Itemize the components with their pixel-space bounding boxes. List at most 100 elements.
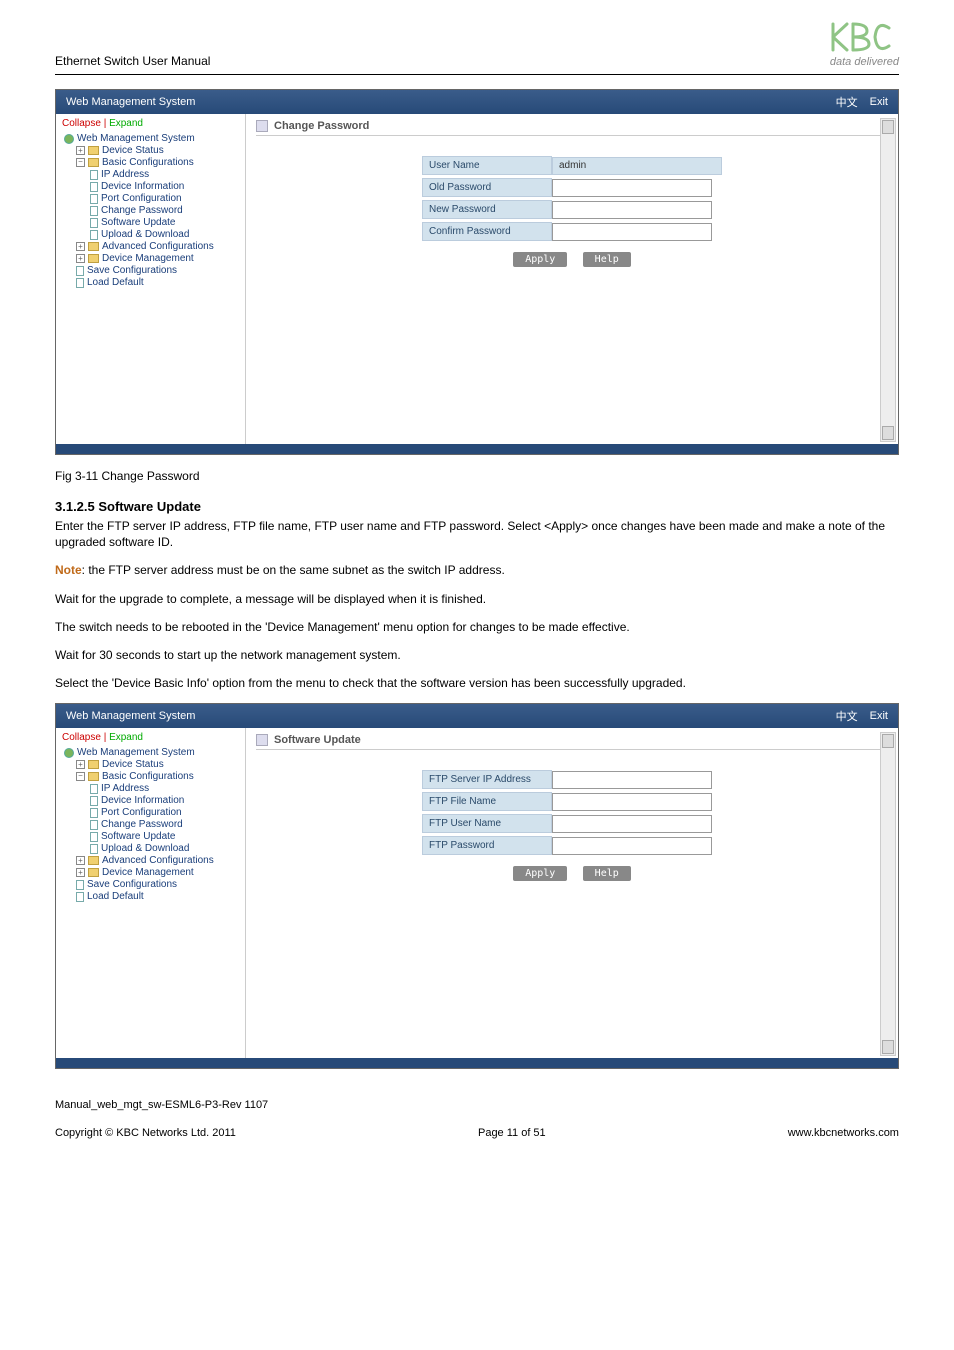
nav-tree: Collapse | Expand Web Management System …: [56, 114, 246, 444]
tree-load-default[interactable]: Load Default: [62, 277, 239, 288]
kbc-logo: data delivered: [827, 20, 899, 68]
folder-icon: [88, 856, 99, 865]
paragraph-4: Wait for 30 seconds to start up the netw…: [55, 647, 899, 663]
wms-title: Web Management System: [66, 96, 195, 108]
page-icon: [90, 808, 98, 818]
page-icon: [76, 266, 84, 276]
help-button[interactable]: Help: [583, 252, 631, 267]
page-icon: [90, 820, 98, 830]
input-ftp-file[interactable]: [552, 793, 712, 811]
tree-collapse[interactable]: Collapse: [62, 732, 101, 743]
input-old-password[interactable]: [552, 179, 712, 197]
doc-header-title: Ethernet Switch User Manual: [55, 54, 210, 68]
exit-link[interactable]: Exit: [870, 710, 888, 722]
tree-basic-config[interactable]: −Basic Configurations: [62, 157, 239, 168]
label-new-password: New Password: [422, 200, 552, 219]
label-confirm-password: Confirm Password: [422, 222, 552, 241]
tree-device-status[interactable]: +Device Status: [62, 145, 239, 156]
tree-device-mgmt[interactable]: +Device Management: [62, 253, 239, 264]
tree-ip-address[interactable]: IP Address: [62, 783, 239, 794]
tree-device-info[interactable]: Device Information: [62, 181, 239, 192]
note-line: Note: the FTP server address must be on …: [55, 562, 899, 578]
panel-icon: [256, 734, 268, 746]
lang-link[interactable]: 中文: [836, 708, 858, 724]
tree-software-update[interactable]: Software Update: [62, 831, 239, 842]
page-icon: [76, 880, 84, 890]
screenshot-software-update: Web Management System 中文 Exit Collapse |…: [55, 703, 899, 1069]
folder-icon: [88, 242, 99, 251]
tree-software-update[interactable]: Software Update: [62, 217, 239, 228]
page-icon: [90, 194, 98, 204]
label-ftp-user: FTP User Name: [422, 814, 552, 833]
tree-ip-address[interactable]: IP Address: [62, 169, 239, 180]
tree-device-status[interactable]: +Device Status: [62, 759, 239, 770]
footer-page: Page 11 of 51: [478, 1127, 546, 1139]
tree-expand[interactable]: Expand: [109, 732, 143, 743]
page-icon: [90, 796, 98, 806]
folder-icon: [88, 254, 99, 263]
folder-icon: [88, 868, 99, 877]
page-icon: [76, 892, 84, 902]
page-icon: [76, 278, 84, 288]
footer-copyright: Copyright © KBC Networks Ltd. 2011: [55, 1127, 236, 1139]
input-ftp-password[interactable]: [552, 837, 712, 855]
apply-button[interactable]: Apply: [513, 252, 567, 267]
tree-advanced-config[interactable]: +Advanced Configurations: [62, 855, 239, 866]
tree-port-config[interactable]: Port Configuration: [62, 807, 239, 818]
panel-title: Software Update: [274, 734, 361, 746]
scrollbar[interactable]: [880, 732, 896, 1056]
plus-icon: +: [76, 254, 85, 263]
panel-icon: [256, 120, 268, 132]
paragraph-3: The switch needs to be rebooted in the '…: [55, 619, 899, 635]
scrollbar[interactable]: [880, 118, 896, 442]
tree-advanced-config[interactable]: +Advanced Configurations: [62, 241, 239, 252]
plus-icon: +: [76, 760, 85, 769]
input-new-password[interactable]: [552, 201, 712, 219]
footer-manual-id: Manual_web_mgt_sw-ESML6-P3-Rev 1107: [55, 1099, 899, 1111]
plus-icon: +: [76, 856, 85, 865]
lang-link[interactable]: 中文: [836, 94, 858, 110]
tree-save-config[interactable]: Save Configurations: [62, 879, 239, 890]
tree-port-config[interactable]: Port Configuration: [62, 193, 239, 204]
folder-icon: [88, 158, 99, 167]
paragraph-2: Wait for the upgrade to complete, a mess…: [55, 591, 899, 607]
page-icon: [90, 230, 98, 240]
page-icon: [90, 182, 98, 192]
value-username: admin: [552, 157, 722, 175]
label-old-password: Old Password: [422, 178, 552, 197]
tree-root[interactable]: Web Management System: [62, 133, 239, 144]
tree-root[interactable]: Web Management System: [62, 747, 239, 758]
minus-icon: −: [76, 772, 85, 781]
exit-link[interactable]: Exit: [870, 96, 888, 108]
tree-load-default[interactable]: Load Default: [62, 891, 239, 902]
tree-device-info[interactable]: Device Information: [62, 795, 239, 806]
tree-save-config[interactable]: Save Configurations: [62, 265, 239, 276]
tree-change-password[interactable]: Change Password: [62, 819, 239, 830]
globe-icon: [64, 748, 74, 758]
tree-upload-download[interactable]: Upload & Download: [62, 843, 239, 854]
label-ftp-file: FTP File Name: [422, 792, 552, 811]
input-ftp-user[interactable]: [552, 815, 712, 833]
input-confirm-password[interactable]: [552, 223, 712, 241]
plus-icon: +: [76, 242, 85, 251]
folder-icon: [88, 772, 99, 781]
tree-change-password[interactable]: Change Password: [62, 205, 239, 216]
label-ftp-password: FTP Password: [422, 836, 552, 855]
panel-title: Change Password: [274, 120, 369, 132]
tree-collapse[interactable]: Collapse: [62, 118, 101, 129]
help-button[interactable]: Help: [583, 866, 631, 881]
page-icon: [90, 170, 98, 180]
tree-device-mgmt[interactable]: +Device Management: [62, 867, 239, 878]
page-icon: [90, 784, 98, 794]
page-icon: [90, 218, 98, 228]
tree-expand[interactable]: Expand: [109, 118, 143, 129]
input-ftp-ip[interactable]: [552, 771, 712, 789]
apply-button[interactable]: Apply: [513, 866, 567, 881]
folder-icon: [88, 760, 99, 769]
tree-basic-config[interactable]: −Basic Configurations: [62, 771, 239, 782]
tree-upload-download[interactable]: Upload & Download: [62, 229, 239, 240]
page-icon: [90, 844, 98, 854]
paragraph-1: Enter the FTP server IP address, FTP fil…: [55, 518, 899, 550]
nav-tree: Collapse | Expand Web Management System …: [56, 728, 246, 1058]
page-icon: [90, 206, 98, 216]
